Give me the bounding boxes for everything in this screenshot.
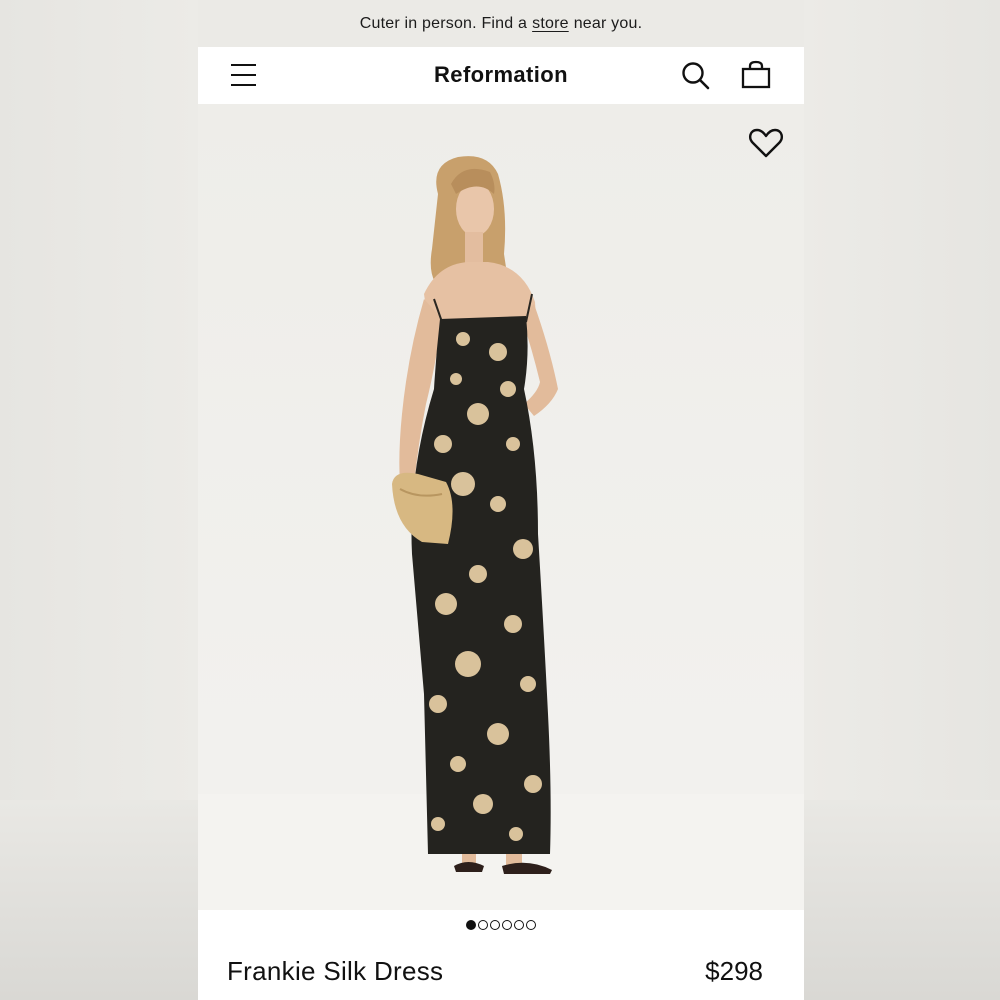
background-floor-left [0, 800, 198, 1000]
product-name: Frankie Silk Dress [227, 956, 444, 986]
pagination-dot-6[interactable] [526, 920, 536, 930]
image-pagination [198, 920, 804, 930]
site-header: Reformation [198, 47, 804, 104]
mobile-page: Cuter in person. Find a store near you. … [198, 0, 804, 1000]
pagination-dot-4[interactable] [502, 920, 512, 930]
pagination-dot-5[interactable] [514, 920, 524, 930]
shopping-bag-icon[interactable] [741, 60, 771, 90]
product-price: $298 [705, 956, 763, 986]
model-illustration [392, 156, 558, 874]
pagination-dot-3[interactable] [490, 920, 500, 930]
promo-text-end: near you. [573, 14, 643, 32]
pagination-dot-1[interactable] [466, 920, 476, 930]
brand-logo[interactable]: Reformation [198, 62, 804, 88]
heart-icon[interactable] [748, 127, 784, 159]
pagination-dot-2[interactable] [478, 920, 488, 930]
promo-banner: Cuter in person. Find a store near you. [198, 0, 804, 47]
product-card: Frankie Silk Dress $298 [198, 910, 804, 1000]
promo-text: Cuter in person. Find a [359, 14, 528, 32]
product-image[interactable] [198, 104, 804, 910]
background-floor-right [804, 800, 1000, 1000]
search-icon[interactable] [681, 61, 711, 91]
store-link[interactable]: store [532, 15, 569, 33]
